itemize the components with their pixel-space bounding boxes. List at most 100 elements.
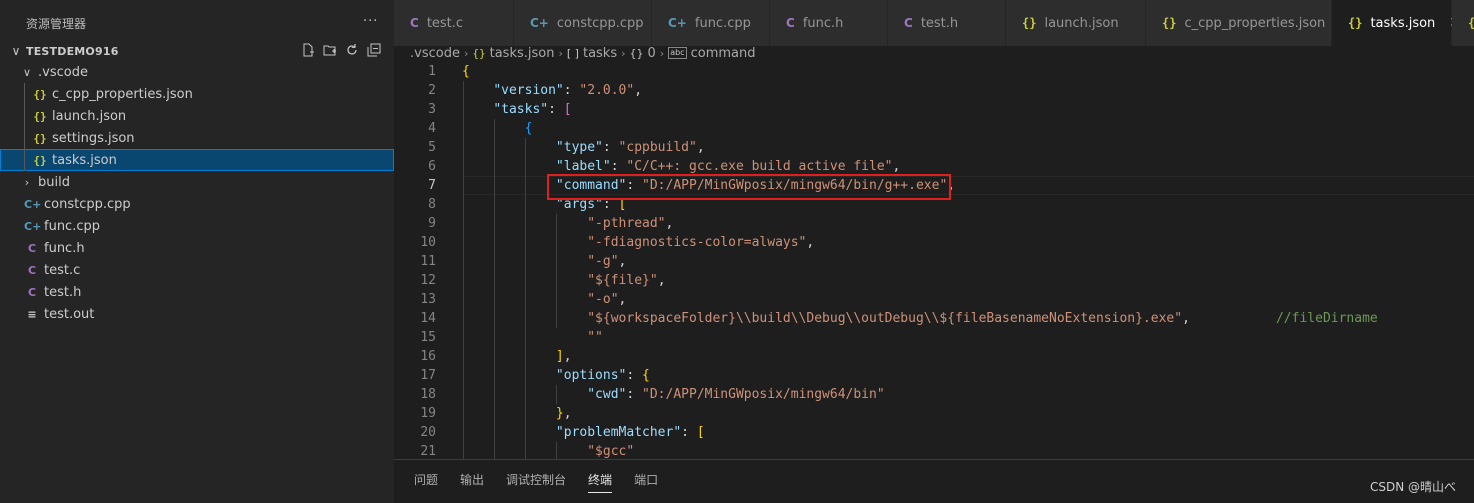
tab-constcpp-cpp[interactable]: C+ constcpp.cpp — [514, 0, 652, 46]
json-file-icon: {} — [33, 109, 47, 123]
code-token: "-pthread" — [587, 216, 666, 231]
code-token: "$gcc" — [587, 444, 635, 459]
indent-guide — [24, 149, 25, 171]
tab-overflow[interactable]: {} — [1452, 0, 1474, 46]
tree-item-label: test.c — [44, 262, 81, 278]
tree-item-test-c[interactable]: Ctest.c — [0, 259, 394, 281]
tree-item-vscode[interactable]: ∨ .vscode — [0, 61, 394, 83]
tab-test-h[interactable]: Ctest.h — [888, 0, 1006, 46]
panel-tab-0[interactable]: 问题 — [414, 471, 438, 493]
tree-item-label: constcpp.cpp — [44, 196, 131, 212]
code-text: "${file}", — [462, 271, 665, 290]
tree-item-tasks-json[interactable]: {} tasks.json — [0, 149, 394, 171]
code-token: } — [555, 406, 564, 421]
code-token: { — [642, 368, 650, 383]
code-text: { — [462, 62, 470, 81]
chevron-down-icon[interactable]: ∨ — [20, 66, 34, 79]
tree-item-test-out[interactable]: ≡ test.out — [0, 303, 394, 325]
json-file-icon: {} — [33, 87, 47, 101]
code-token: : — [626, 368, 643, 383]
tab-func-cpp[interactable]: C+ func.cpp — [652, 0, 770, 46]
code-text: }, — [462, 404, 572, 423]
chevron-right-icon: › — [659, 46, 665, 60]
chevron-right-icon[interactable]: › — [20, 176, 34, 189]
chevron-down-icon[interactable]: ∨ — [6, 44, 26, 58]
tab-label: launch.json — [1044, 15, 1119, 31]
code-line: 14 "${workspaceFolder}\\build\\Debug\\ou… — [394, 309, 1474, 328]
tab-c-cpp-properties-json[interactable]: {} c_cpp_properties.json — [1146, 0, 1332, 46]
code-text: { — [462, 119, 533, 138]
code-token: "label" — [555, 159, 611, 174]
breadcrumb-array[interactable]: tasks — [583, 46, 617, 61]
code-token: "version" — [493, 83, 564, 98]
tree-item-func-cpp[interactable]: C+ func.cpp — [0, 215, 394, 237]
tab-launch-json[interactable]: {} launch.json — [1006, 0, 1146, 46]
code-token: , — [892, 159, 901, 174]
code-text: "-o", — [462, 290, 626, 309]
more-actions-button[interactable]: ··· — [363, 14, 378, 29]
panel-tab-2[interactable]: 调试控制台 — [506, 471, 566, 493]
code-token: "cwd" — [587, 387, 627, 402]
line-number: 2 — [428, 83, 436, 98]
c-file-icon: C — [904, 16, 913, 30]
breadcrumb-index[interactable]: 0 — [648, 46, 656, 61]
code-token: , — [665, 216, 674, 231]
tree-item-c-cpp-properties-json[interactable]: {} c_cpp_properties.json — [0, 83, 394, 105]
breadcrumb-key[interactable]: command — [691, 46, 756, 61]
code-token: { — [524, 121, 533, 136]
tree-item-label: func.cpp — [44, 218, 100, 234]
refresh-icon[interactable] — [344, 42, 360, 58]
code-line: 5 "type": "cppbuild", — [394, 138, 1474, 157]
tree-item-constcpp-cpp[interactable]: C+ constcpp.cpp — [0, 193, 394, 215]
code-token: , — [618, 254, 627, 269]
code-token: "C/C++: gcc.exe build active file" — [626, 159, 893, 174]
line-number: 9 — [428, 216, 436, 231]
c-file-icon: C — [786, 16, 795, 30]
panel-tab-1[interactable]: 输出 — [460, 471, 484, 493]
code-token: "options" — [555, 368, 627, 383]
tab-tasks-json[interactable]: {}tasks.json✕ — [1332, 0, 1461, 46]
line-number: 17 — [420, 368, 436, 383]
code-line: 18 "cwd": "D:/APP/MinGWposix/mingw64/bin… — [394, 385, 1474, 404]
code-line: 2 "version": "2.0.0", — [394, 81, 1474, 100]
code-editor[interactable]: 1{2 "version": "2.0.0", 3 "tasks": [4 {5 … — [394, 62, 1474, 459]
breadcrumb-folder[interactable]: .vscode — [410, 46, 460, 61]
code-token: "problemMatcher" — [555, 425, 682, 440]
tab-label: constcpp.cpp — [556, 15, 644, 31]
tree-item-settings-json[interactable]: {} settings.json — [0, 127, 394, 149]
json-file-icon: {} — [33, 131, 47, 145]
code-line: 19 }, — [394, 404, 1474, 423]
indent-guide — [24, 105, 25, 127]
code-token: , — [618, 292, 627, 307]
tab-func-h[interactable]: Cfunc.h — [770, 0, 888, 46]
tree-item-func-h[interactable]: Cfunc.h — [0, 237, 394, 259]
code-token: : — [626, 387, 643, 402]
panel-tab-4[interactable]: 端口 — [634, 471, 658, 493]
cpp-file-icon: C+ — [530, 16, 549, 30]
code-token: : — [563, 83, 580, 98]
tab-label: c_cpp_properties.json — [1184, 15, 1326, 31]
line-number: 12 — [420, 273, 436, 288]
panel-tab-3[interactable]: 终端 — [588, 471, 613, 493]
tab-label: test.c — [426, 15, 464, 31]
collapse-all-icon[interactable] — [366, 42, 382, 58]
json-file-icon: {} — [33, 153, 47, 167]
chevron-right-icon: › — [558, 46, 563, 60]
code-token: "-o" — [587, 292, 619, 307]
cpp-file-icon: C+ — [24, 219, 42, 233]
new-folder-icon[interactable] — [322, 42, 338, 58]
tab-test-c[interactable]: Ctest.c — [394, 0, 514, 46]
tree-item-build[interactable]: › build — [0, 171, 394, 193]
workspace-header[interactable]: ∨ TESTDEMO916 — [0, 41, 394, 61]
code-text: "-g", — [462, 252, 626, 271]
tree-item-test-h[interactable]: Ctest.h — [0, 281, 394, 303]
new-file-icon[interactable] — [300, 42, 316, 58]
code-token: "${workspaceFolder}\\build\\Debug\\outDe… — [587, 311, 1183, 326]
breadcrumb-file[interactable]: tasks.json — [490, 46, 555, 61]
line-number: 13 — [420, 292, 436, 307]
panel-tabs: 问题 输出 调试控制台 终端 端口 — [394, 460, 1474, 493]
tree-item-launch-json[interactable]: {} launch.json — [0, 105, 394, 127]
